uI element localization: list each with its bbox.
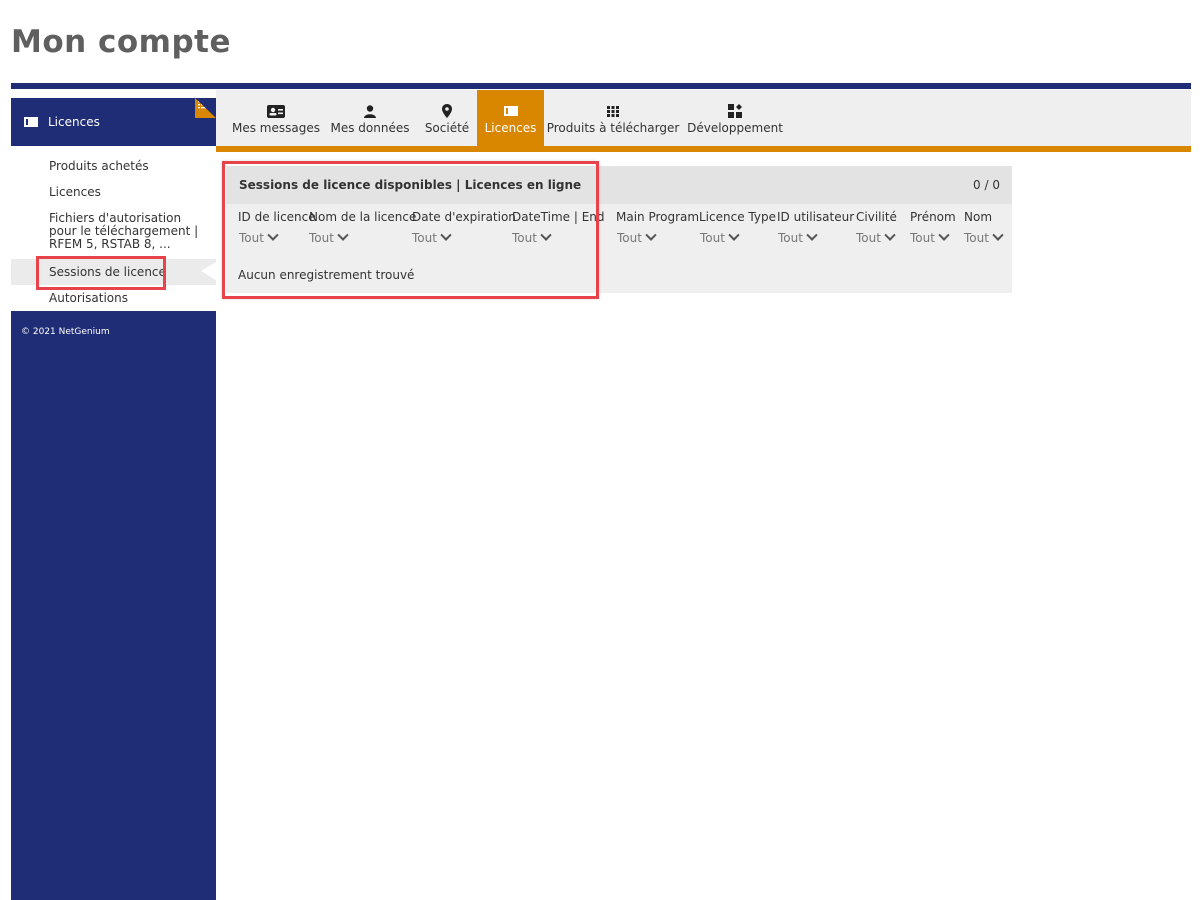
sidebar-header[interactable]: Licences	[11, 98, 216, 146]
sidebar-item-produits-achetes[interactable]: Produits achetés	[49, 160, 209, 173]
filter-value: Tout	[910, 231, 935, 245]
top-nav: Mes messages Mes données Société Licence…	[216, 90, 1191, 146]
tab-label: Produits à télécharger	[546, 121, 680, 135]
selected-item-notch	[201, 262, 216, 280]
filter-dropdown-id-utilisateur[interactable]: Tout	[778, 229, 818, 245]
widgets-icon	[728, 104, 742, 118]
filter-dropdown-civilite[interactable]: Tout	[856, 229, 896, 245]
top-rule	[11, 83, 1191, 89]
sidebar-footer: © 2021 NetGenium	[11, 311, 216, 900]
sidebar-header-label: Licences	[48, 115, 100, 129]
grid-icon	[607, 104, 619, 118]
tab-mes-messages[interactable]: Mes messages	[230, 90, 322, 146]
chevron-down-icon	[884, 229, 896, 241]
chevron-down-icon	[938, 229, 950, 241]
tab-produits-a-telecharger[interactable]: Produits à télécharger	[546, 90, 680, 146]
filter-dropdown-prenom[interactable]: Tout	[910, 229, 950, 245]
tab-label: Licences	[484, 121, 537, 135]
tab-label: Société	[424, 121, 470, 135]
column-header-id-utilisateur[interactable]: ID utilisateur	[777, 210, 854, 224]
highlight-box-panel	[222, 161, 599, 299]
filter-value: Tout	[700, 231, 725, 245]
filter-value: Tout	[856, 231, 881, 245]
filter-value: Tout	[778, 231, 803, 245]
license-icon	[24, 117, 38, 127]
sidebar-item-licences[interactable]: Licences	[49, 186, 209, 199]
map-pin-icon	[442, 104, 452, 118]
tab-label: Mes messages	[232, 121, 320, 135]
column-header-main-program[interactable]: Main Program	[616, 210, 699, 224]
highlight-box-sidebar	[36, 256, 166, 290]
tab-mes-donnees[interactable]: Mes données	[330, 90, 410, 146]
tab-societe[interactable]: Société	[420, 90, 474, 146]
tab-developpement[interactable]: Développement	[687, 90, 783, 146]
tab-label: Mes données	[330, 121, 410, 135]
top-nav-accent-bar	[216, 146, 1191, 152]
record-count: 0 / 0	[973, 178, 1000, 192]
tab-label: Développement	[687, 121, 783, 135]
page-title: Mon compte	[11, 24, 232, 60]
filter-dropdown-licence-type[interactable]: Tout	[700, 229, 740, 245]
filter-dropdown-main-program[interactable]: Tout	[617, 229, 657, 245]
filter-value: Tout	[964, 231, 989, 245]
chevron-down-icon	[728, 229, 740, 241]
filter-dropdown-nom[interactable]: Tout	[964, 229, 1004, 245]
column-header-licence-type[interactable]: Licence Type	[699, 210, 776, 224]
chevron-down-icon	[645, 229, 657, 241]
sidebar-item-autorisations[interactable]: Autorisations	[49, 292, 209, 305]
id-card-icon	[267, 104, 285, 118]
column-header-civilite[interactable]: Civilité	[856, 210, 897, 224]
license-icon	[503, 104, 518, 118]
chevron-down-icon	[806, 229, 818, 241]
filter-value: Tout	[617, 231, 642, 245]
tab-licences[interactable]: Licences	[477, 90, 544, 146]
column-header-nom[interactable]: Nom	[964, 210, 992, 224]
copyright: © 2021 NetGenium	[21, 327, 110, 337]
column-header-prenom[interactable]: Prénom	[910, 210, 956, 224]
user-icon	[364, 104, 376, 118]
sidebar-item-fichiers-autorisation[interactable]: Fichiers d'autorisation pour le téléchar…	[49, 212, 209, 251]
chevron-down-icon	[992, 229, 1004, 241]
